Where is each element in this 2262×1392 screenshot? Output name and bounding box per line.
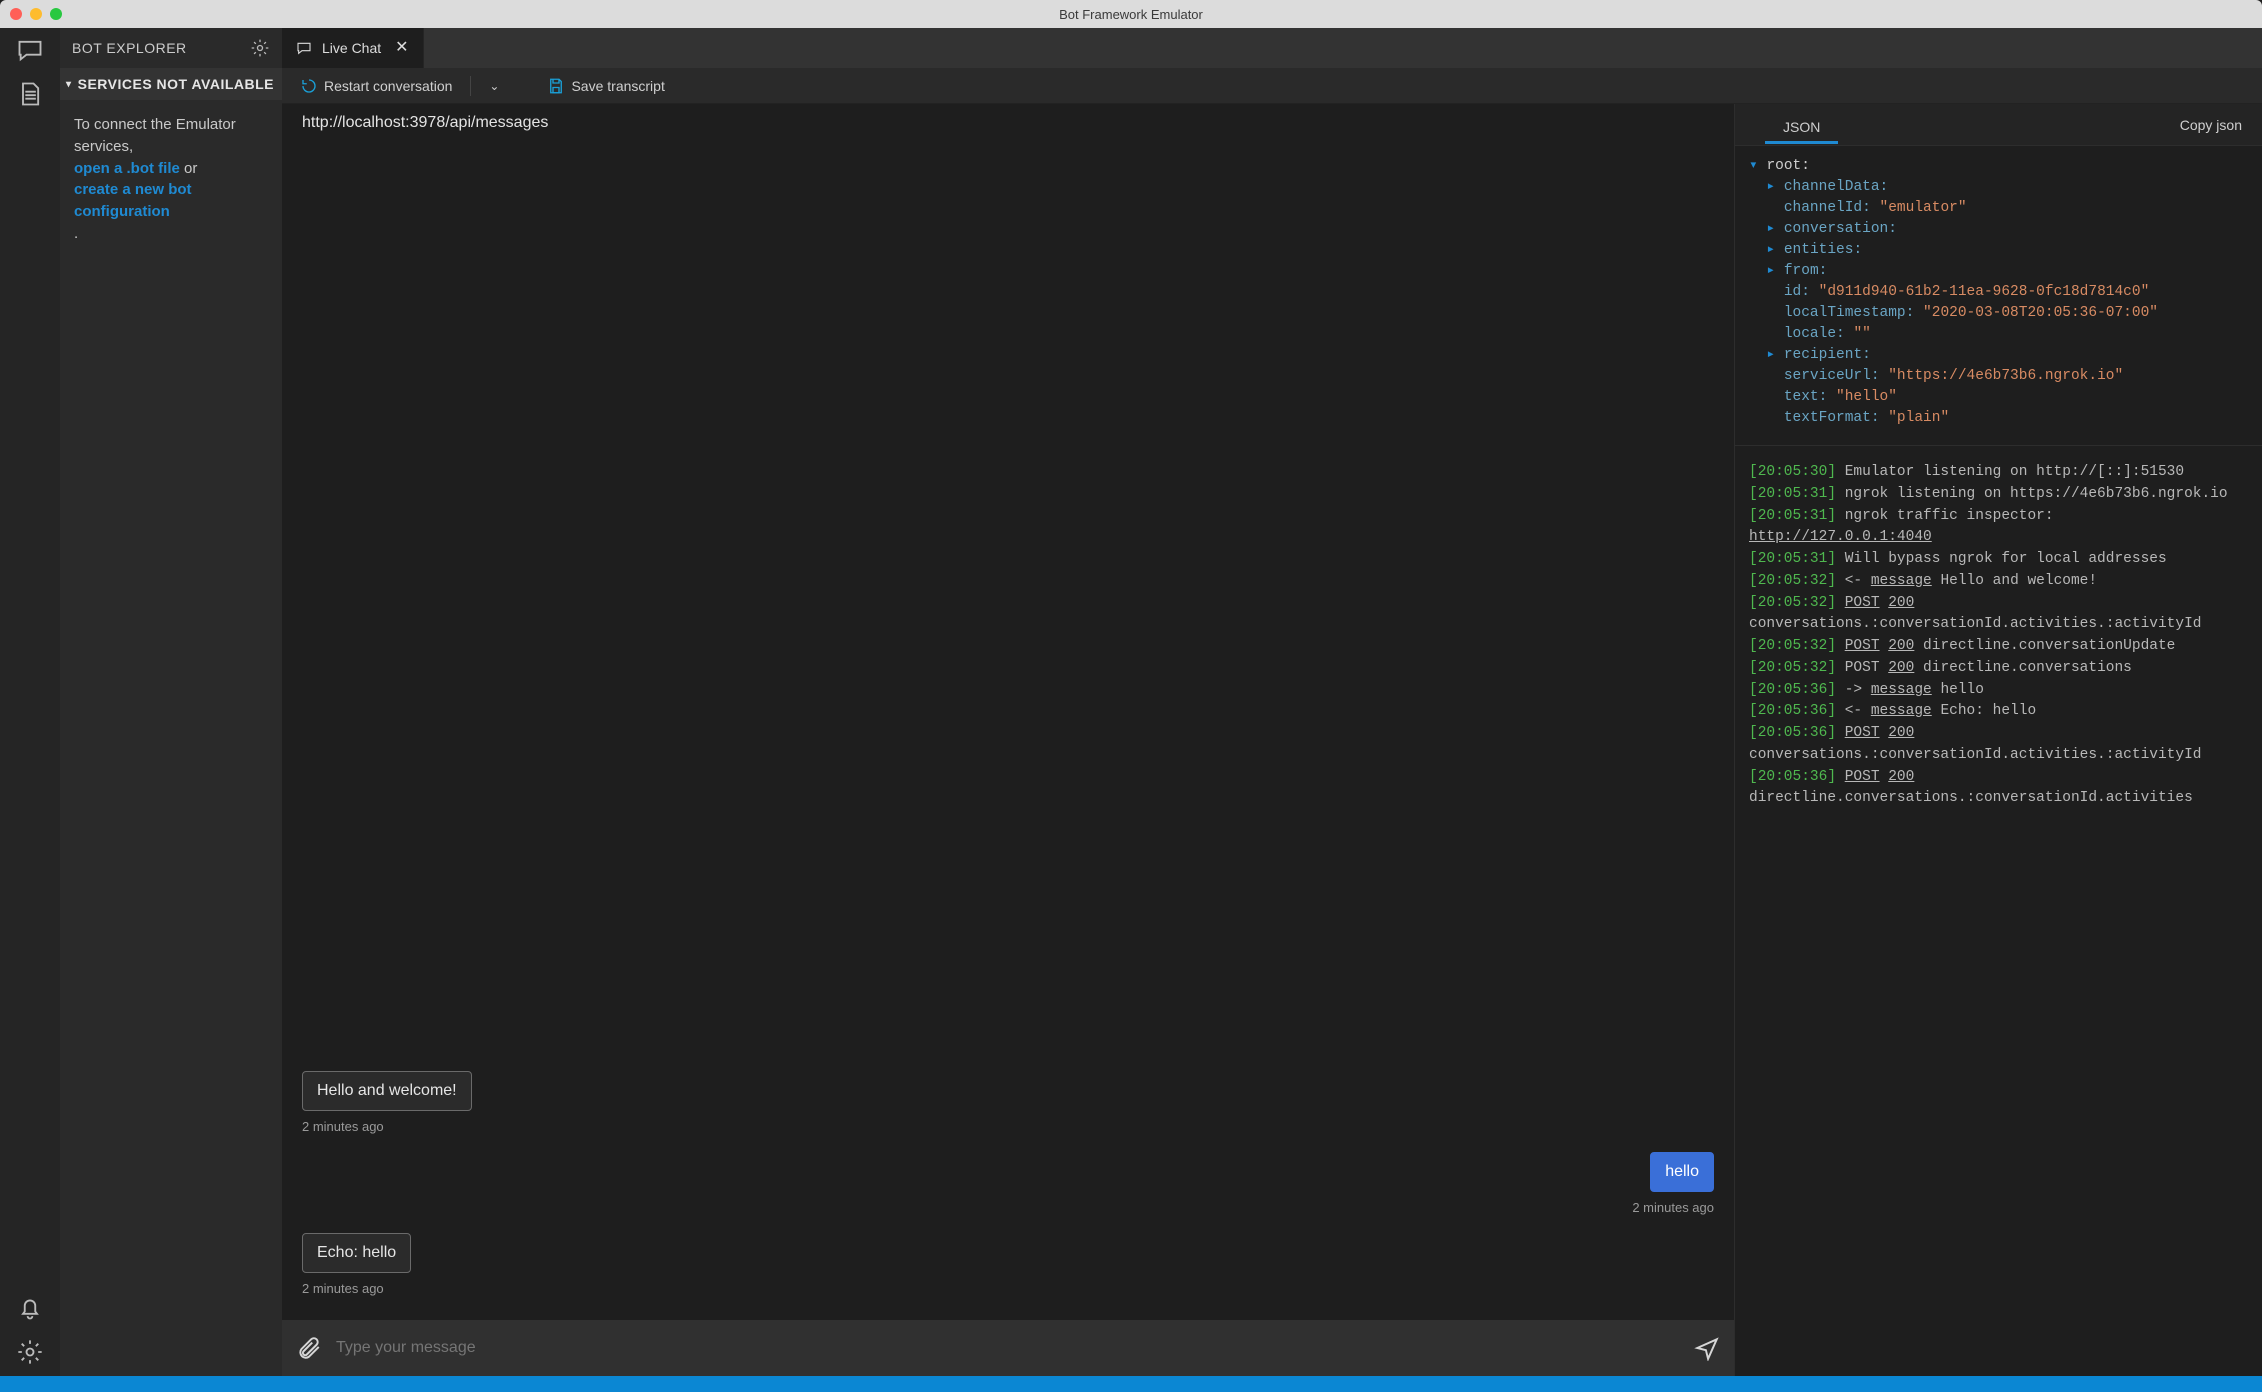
explorer-title: BOT EXPLORER	[72, 40, 187, 56]
notifications-icon[interactable]	[16, 1294, 44, 1322]
chat-transcript: Hello and welcome! 2 minutes ago hello 2…	[282, 142, 1734, 1320]
log-link[interactable]: http://127.0.0.1:4040	[1749, 529, 1932, 545]
copy-json-button[interactable]: Copy json	[2180, 117, 2242, 133]
bot-message[interactable]: Hello and welcome!	[302, 1071, 1714, 1111]
send-icon[interactable]	[1694, 1335, 1720, 1361]
open-bot-file-link[interactable]: open a .bot file	[74, 160, 180, 177]
log-link[interactable]: message	[1871, 573, 1932, 589]
resources-icon[interactable]	[16, 80, 44, 108]
window-minimize-button[interactable]	[30, 8, 42, 20]
log-link[interactable]: message	[1871, 703, 1932, 719]
section-label: SERVICES NOT AVAILABLE	[78, 76, 274, 92]
app-body: BOT EXPLORER ▾ SERVICES NOT AVAILABLE To…	[0, 28, 2262, 1376]
chat-icon[interactable]	[16, 36, 44, 64]
toolbar-divider	[470, 76, 471, 96]
attach-icon[interactable]	[296, 1335, 322, 1361]
caret-down-icon: ▾	[66, 79, 72, 90]
explorer-header: BOT EXPLORER	[60, 28, 282, 68]
log-link[interactable]: 200	[1888, 660, 1914, 676]
traffic-lights	[0, 8, 62, 20]
section-services[interactable]: ▾ SERVICES NOT AVAILABLE	[60, 68, 282, 100]
message-timestamp: 2 minutes ago	[302, 1200, 1714, 1215]
json-tree[interactable]: ▾ root: ▸ channelData: channelId: "emula…	[1735, 146, 2262, 446]
message-bubble: Echo: hello	[302, 1233, 411, 1273]
message-timestamp: 2 minutes ago	[302, 1281, 1714, 1296]
endpoint-url: http://localhost:3978/api/messages	[282, 104, 1734, 142]
message-bubble: hello	[1650, 1152, 1714, 1192]
chat-toolbar: Restart conversation ⌄ Save transcript	[282, 68, 2262, 104]
workspace: http://localhost:3978/api/messages Hello…	[282, 104, 2262, 1376]
message-composer	[282, 1320, 1734, 1376]
tab-live-chat[interactable]: Live Chat ✕	[282, 28, 424, 68]
log-link[interactable]: POST	[1845, 769, 1880, 785]
titlebar: Bot Framework Emulator	[0, 0, 2262, 28]
log-panel[interactable]: [20:05:30] Emulator listening on http://…	[1735, 446, 2262, 1376]
user-message[interactable]: hello	[302, 1152, 1714, 1192]
window-title: Bot Framework Emulator	[0, 7, 2262, 22]
tab-label: Live Chat	[322, 40, 381, 56]
log-link[interactable]: message	[1871, 682, 1932, 698]
chat-bubble-icon	[296, 40, 312, 56]
status-bar	[0, 1376, 2262, 1392]
explorer-help-text: To connect the Emulator services, open a…	[60, 100, 282, 259]
settings-icon[interactable]	[16, 1338, 44, 1366]
bot-explorer: BOT EXPLORER ▾ SERVICES NOT AVAILABLE To…	[60, 28, 282, 1376]
restart-conversation-button[interactable]: Restart conversation	[300, 77, 452, 95]
tab-close-icon[interactable]: ✕	[395, 40, 408, 56]
log-link[interactable]: 200	[1888, 769, 1914, 785]
chat-panel: http://localhost:3978/api/messages Hello…	[282, 104, 1735, 1376]
message-input[interactable]	[336, 1339, 1680, 1357]
message-timestamp: 2 minutes ago	[302, 1119, 1714, 1134]
bot-message[interactable]: Echo: hello	[302, 1233, 1714, 1273]
chevron-down-icon[interactable]: ⌄	[489, 79, 499, 93]
create-bot-link[interactable]: create a new bot configuration	[74, 181, 192, 220]
window-maximize-button[interactable]	[50, 8, 62, 20]
explorer-settings-icon[interactable]	[250, 38, 270, 58]
app-window: Bot Framework Emulator BOT EXPLORER	[0, 0, 2262, 1392]
inspector-panel: JSON Copy json ▾ root: ▸ channelData: ch…	[1735, 104, 2262, 1376]
log-link[interactable]: 200	[1888, 725, 1914, 741]
content-area: Live Chat ✕ Restart conversation ⌄ Save …	[282, 28, 2262, 1376]
activity-rail	[0, 28, 60, 1376]
tab-json[interactable]: JSON	[1779, 107, 1824, 143]
log-link[interactable]: POST	[1845, 638, 1880, 654]
tab-bar: Live Chat ✕	[282, 28, 2262, 68]
message-bubble: Hello and welcome!	[302, 1071, 472, 1111]
log-link[interactable]: POST	[1845, 595, 1880, 611]
log-link[interactable]: 200	[1888, 638, 1914, 654]
log-link[interactable]: POST	[1845, 725, 1880, 741]
save-transcript-button[interactable]: Save transcript	[547, 77, 664, 95]
inspector-tabs: JSON Copy json	[1735, 104, 2262, 146]
log-link[interactable]: 200	[1888, 595, 1914, 611]
window-close-button[interactable]	[10, 8, 22, 20]
